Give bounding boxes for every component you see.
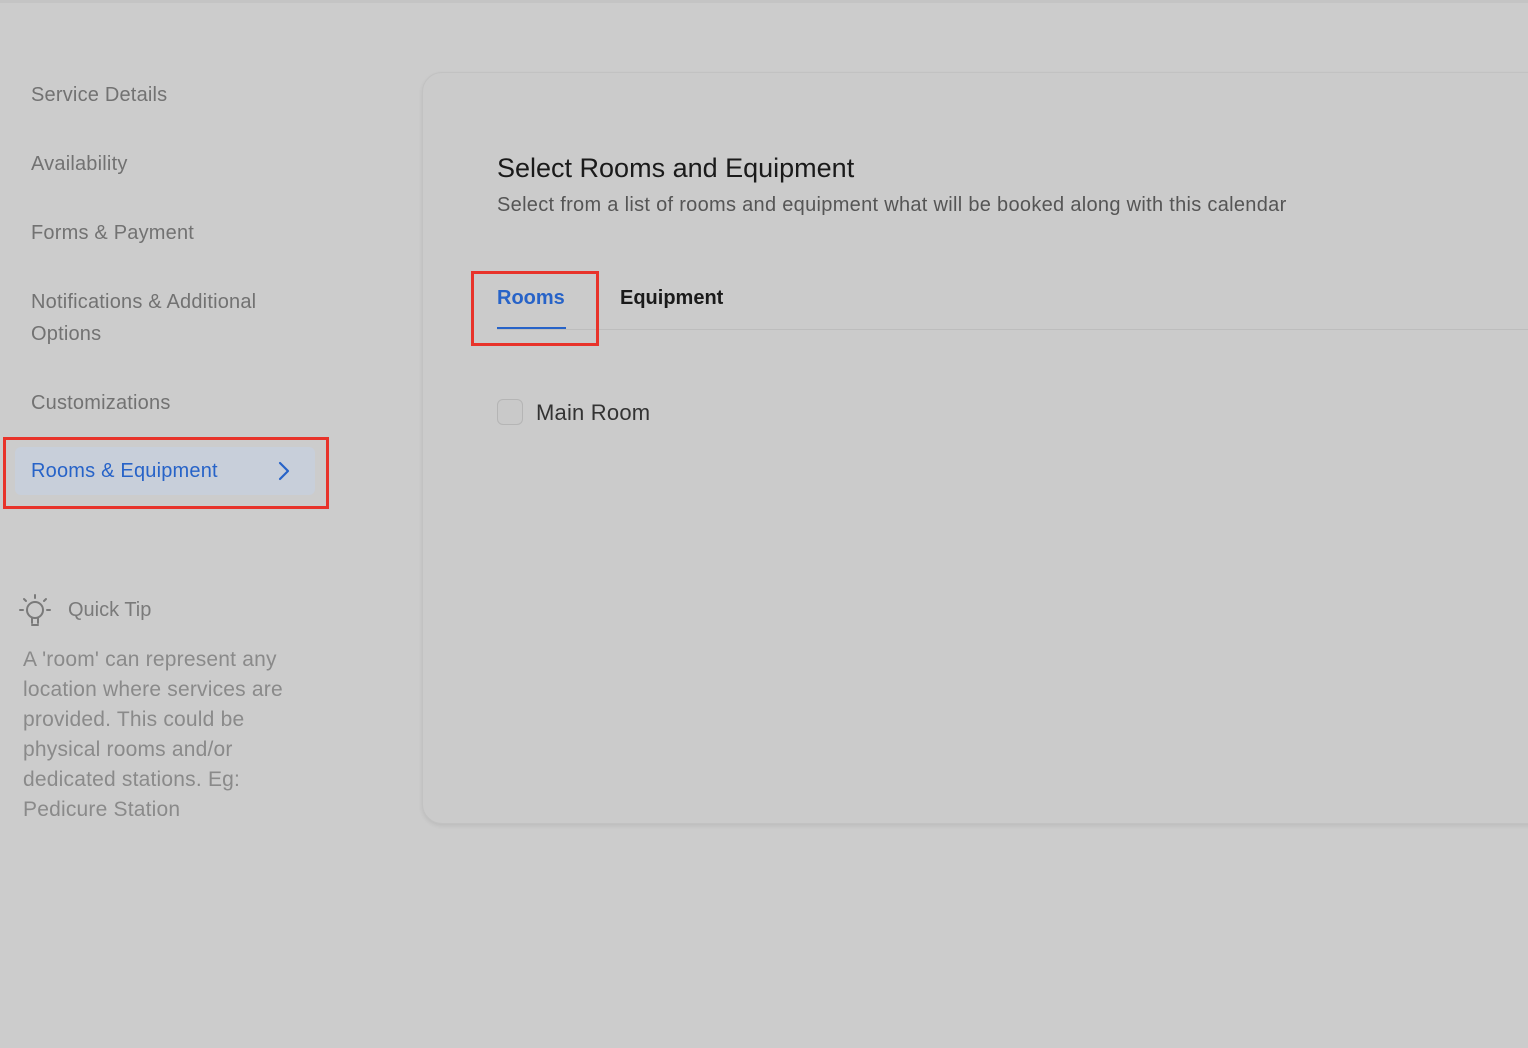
page-title: Select Rooms and Equipment <box>497 153 855 183</box>
quick-tip-body: A 'room' can represent any location wher… <box>23 648 283 821</box>
main-room-checkbox[interactable] <box>497 399 523 425</box>
sidebar-nav: Service Details Availability Forms & Pay… <box>0 0 340 1048</box>
highlight-box-tab <box>471 271 599 346</box>
sidebar-item-availability[interactable]: Availability <box>31 148 128 180</box>
main-room-label[interactable]: Main Room <box>536 397 650 429</box>
sidebar-item-forms-payment[interactable]: Forms & Payment <box>31 217 194 249</box>
quick-tip-title: Quick Tip <box>68 599 152 621</box>
page-subtitle: Select from a list of rooms and equipmen… <box>497 194 1287 216</box>
highlight-box-sidebar <box>3 437 329 509</box>
tab-equipment[interactable]: Equipment <box>620 283 723 313</box>
sidebar-item-customizations[interactable]: Customizations <box>31 387 171 419</box>
lightbulb-icon <box>19 594 51 626</box>
sidebar-item-service-details[interactable]: Service Details <box>31 79 167 111</box>
tab-bar-divider <box>497 329 1528 330</box>
sidebar-item-notifications[interactable]: Notifications & Additional Options <box>31 286 311 350</box>
